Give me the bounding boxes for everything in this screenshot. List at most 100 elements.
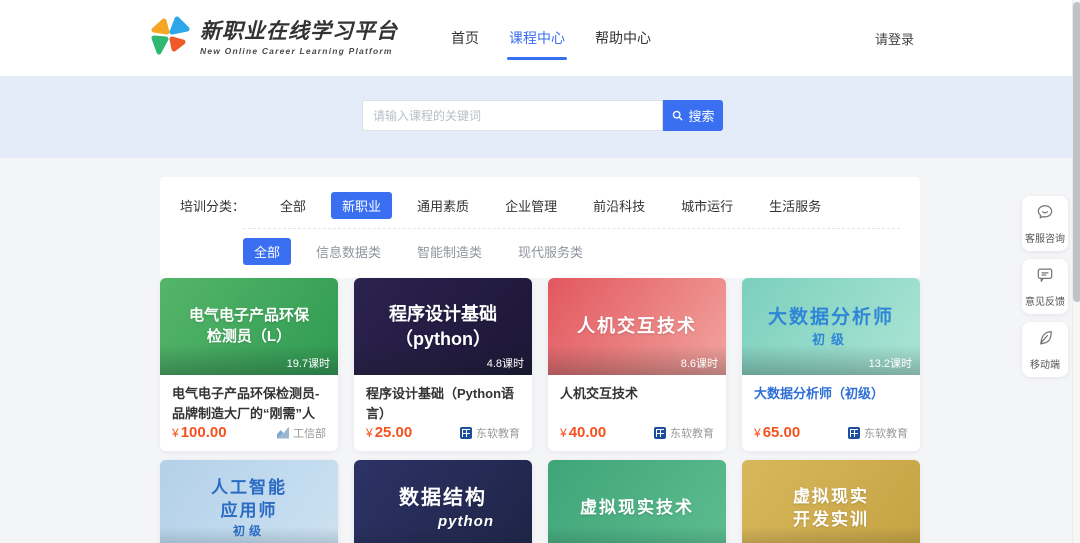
category-pill[interactable]: 信息数据类 (305, 238, 392, 265)
cover-title-line: 电气电子产品环保 (189, 306, 309, 326)
floating-toolbar: 客服咨询 意见反馈 移动端 (1022, 196, 1068, 377)
provider-name: 东软教育 (476, 425, 520, 441)
course-cover-image: 虚拟现实开发实训 (742, 460, 920, 543)
brand-text: 新职业在线学习平台 New Online Career Learning Pla… (200, 20, 398, 55)
cover-title-line: 数据结构 (392, 485, 494, 512)
provider-name: 东软教育 (670, 425, 714, 441)
float-button-label: 意见反馈 (1025, 293, 1065, 308)
price-amount: 40.00 (569, 424, 607, 441)
category-pill[interactable]: 通用素质 (406, 192, 480, 219)
float-button[interactable]: 客服咨询 (1022, 196, 1068, 251)
brand-logo[interactable]: 新职业在线学习平台 New Online Career Learning Pla… (148, 15, 398, 61)
category-pill[interactable]: 智能制造类 (406, 238, 493, 265)
search-band: 搜索 (0, 76, 1080, 158)
category-pill[interactable]: 城市运行 (670, 192, 744, 219)
brand-subtitle: New Online Career Learning Platform (200, 46, 398, 56)
nav-item[interactable]: 首页 (445, 18, 485, 58)
neusoft-logo-icon (848, 427, 860, 439)
category-pill[interactable]: 新职业 (331, 192, 392, 219)
cover-title-line: 虚拟现实技术 (580, 497, 694, 520)
primary-category-list: 全部新职业通用素质企业管理前沿科技城市运行生活服务 (269, 192, 832, 219)
search-button[interactable]: 搜索 (663, 100, 723, 131)
filter-panel: 培训分类： 全部新职业通用素质企业管理前沿科技城市运行生活服务 全部信息数据类智… (160, 177, 920, 278)
secondary-category-list: 全部信息数据类智能制造类现代服务类 (243, 238, 900, 265)
category-pill[interactable]: 企业管理 (494, 192, 568, 219)
page: 新职业在线学习平台 New Online Career Learning Pla… (0, 0, 1080, 543)
cover-title: 电气电子产品环保检测员（L） (189, 306, 309, 347)
course-info: 人机交互技术 ¥40.00 东软教育 (548, 375, 726, 451)
wing-icon (1035, 328, 1055, 353)
course-info: 程序设计基础（Python语言） ¥25.00 东软教育 (354, 375, 532, 451)
cover-title: 人工智能应用师初级 (211, 477, 287, 539)
course-card[interactable]: 程序设计基础（python） 4.8课时 程序设计基础（Python语言） ¥2… (354, 278, 532, 451)
course-title[interactable]: 人机交互技术 (560, 384, 714, 404)
cover-title-line: 虚拟现实 (793, 486, 869, 509)
course-provider: 东软教育 (848, 425, 908, 441)
price-amount: 25.00 (375, 424, 413, 441)
course-title[interactable]: 大数据分析师（初级） (754, 384, 908, 404)
gxb-logo-icon (277, 427, 289, 439)
duration-badge: 4.8课时 (487, 355, 524, 371)
filter-label: 培训分类： (180, 196, 245, 215)
provider-name: 东软教育 (864, 425, 908, 441)
course-cover-image: 人工智能应用师初级 (160, 460, 338, 543)
login-link[interactable]: 请登录 (875, 29, 914, 48)
neusoft-logo-icon (654, 427, 666, 439)
chat-smile-icon (1035, 202, 1055, 227)
category-pill[interactable]: 全部 (269, 192, 317, 219)
cover-title: 数据结构python (392, 485, 494, 532)
search-box: 搜索 (362, 100, 723, 131)
course-card[interactable]: 电气电子产品环保检测员（L） 19.7课时 电气电子产品环保检测员-品牌制造大厂… (160, 278, 338, 451)
course-card[interactable]: 人机交互技术 8.6课时 人机交互技术 ¥40.00 东软教育 (548, 278, 726, 451)
course-price: ¥65.00 (754, 424, 800, 441)
course-card[interactable]: 虚拟现实开发实训 (742, 460, 920, 543)
cover-title-line: 检测员（L） (189, 327, 309, 347)
course-price: ¥25.00 (366, 424, 412, 441)
nav-item-label: 课程中心 (509, 30, 565, 46)
header: 新职业在线学习平台 New Online Career Learning Pla… (0, 0, 1080, 76)
course-cover-image: 人机交互技术 8.6课时 (548, 278, 726, 375)
course-grid: 电气电子产品环保检测员（L） 19.7课时 电气电子产品环保检测员-品牌制造大厂… (160, 278, 920, 543)
cover-title-line: （python） (389, 327, 497, 351)
course-info: 大数据分析师（初级） ¥65.00 东软教育 (742, 375, 920, 451)
pinwheel-logo-icon (148, 15, 190, 61)
cover-title-line: 初级 (768, 331, 894, 349)
scrollbar-track[interactable] (1072, 0, 1080, 543)
course-price: ¥100.00 (172, 424, 227, 441)
cover-title: 虚拟现实技术 (580, 497, 694, 520)
float-button[interactable]: 意见反馈 (1022, 259, 1068, 314)
course-card[interactable]: 人工智能应用师初级 (160, 460, 338, 543)
category-pill[interactable]: 全部 (243, 238, 291, 265)
nav-item-label: 帮助中心 (595, 30, 651, 46)
nav-item-label: 首页 (451, 30, 479, 46)
course-card[interactable]: 虚拟现实技术 (548, 460, 726, 543)
main-nav: 首页 课程中心 帮助中心 (445, 0, 657, 76)
currency-symbol: ¥ (366, 426, 373, 440)
active-tab-underline (507, 57, 567, 60)
course-card[interactable]: 数据结构python (354, 460, 532, 543)
cover-title: 虚拟现实开发实训 (793, 486, 869, 532)
search-input[interactable] (362, 100, 663, 131)
category-pill[interactable]: 生活服务 (758, 192, 832, 219)
course-cover-image: 数据结构python (354, 460, 532, 543)
course-price: ¥40.00 (560, 424, 606, 441)
price-amount: 100.00 (181, 424, 227, 441)
category-pill[interactable]: 现代服务类 (507, 238, 594, 265)
nav-item[interactable]: 帮助中心 (589, 18, 657, 58)
category-pill[interactable]: 前沿科技 (582, 192, 656, 219)
brand-title: 新职业在线学习平台 (200, 20, 398, 43)
course-card[interactable]: 大数据分析师初级 13.2课时 大数据分析师（初级） ¥65.00 东软教育 (742, 278, 920, 451)
course-title[interactable]: 程序设计基础（Python语言） (366, 384, 520, 423)
nav-item[interactable]: 课程中心 (503, 18, 571, 58)
course-title[interactable]: 电气电子产品环保检测员-品牌制造大厂的“刚需”人才 (172, 384, 326, 423)
course-provider: 东软教育 (460, 425, 520, 441)
cover-title: 程序设计基础（python） (389, 302, 497, 351)
scrollbar-thumb[interactable] (1073, 2, 1080, 302)
course-provider: 东软教育 (654, 425, 714, 441)
float-button[interactable]: 移动端 (1022, 322, 1068, 377)
course-meta: ¥40.00 东软教育 (560, 424, 714, 441)
course-cover-image: 程序设计基础（python） 4.8课时 (354, 278, 532, 375)
search-button-label: 搜索 (688, 106, 714, 125)
primary-filter-row: 培训分类： 全部新职业通用素质企业管理前沿科技城市运行生活服务 (180, 192, 900, 219)
course-info: 电气电子产品环保检测员-品牌制造大厂的“刚需”人才 ¥100.00 工信部 (160, 375, 338, 451)
